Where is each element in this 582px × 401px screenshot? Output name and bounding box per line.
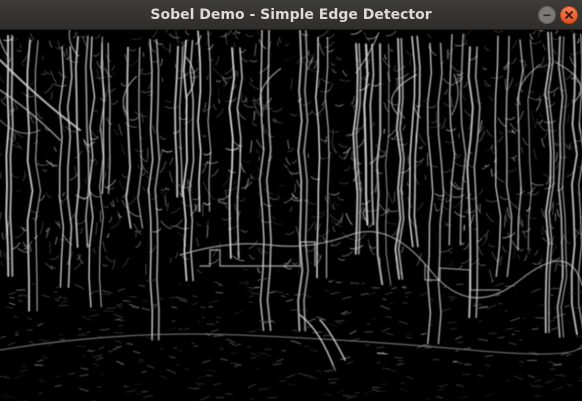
window-title: Sobel Demo - Simple Edge Detector [150, 7, 432, 23]
title-bar[interactable]: Sobel Demo - Simple Edge Detector [0, 0, 582, 30]
sobel-edge-image [0, 30, 582, 401]
edge-image-canvas [0, 30, 582, 401]
minimize-icon [543, 14, 551, 17]
close-button[interactable] [560, 6, 578, 24]
minimize-button[interactable] [538, 6, 556, 24]
close-icon [565, 11, 573, 19]
app-window: Sobel Demo - Simple Edge Detector [0, 0, 582, 401]
